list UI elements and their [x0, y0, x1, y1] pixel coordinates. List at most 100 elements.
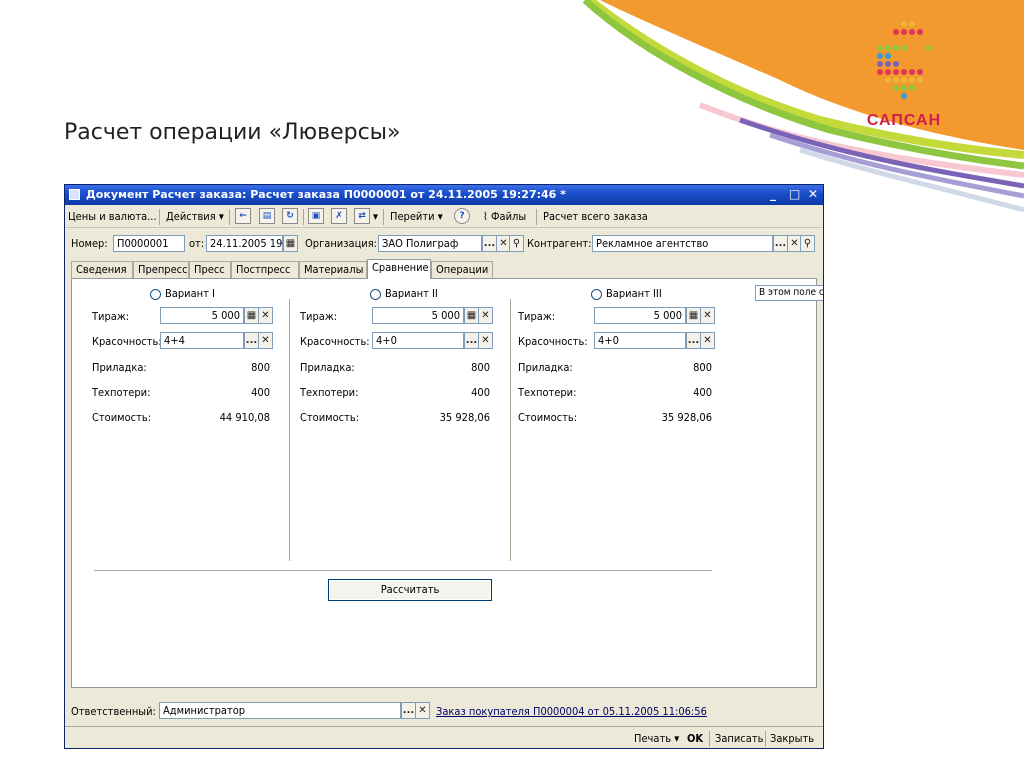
variant-3-cost: 35 928,06 [661, 411, 712, 424]
organization-label: Организация: [305, 237, 378, 250]
close-window-button[interactable]: ✕ [808, 187, 818, 201]
contractor-search-icon[interactable]: ⚲ [800, 235, 815, 252]
waste-label: Техпотери: [92, 386, 151, 399]
number-field[interactable]: П0000001 [113, 235, 185, 252]
organization-field[interactable]: ЗАО Полиграф [378, 235, 482, 252]
variant-1-cost: 44 910,08 [219, 411, 270, 424]
variant-2-colors-field[interactable]: 4+0 [372, 332, 464, 349]
contractor-label: Контрагент: [527, 237, 592, 250]
toolbar-divider [303, 209, 304, 225]
clear-icon[interactable]: ✕ [700, 332, 715, 349]
calculator-icon[interactable]: ▦ [686, 307, 701, 324]
cost-label: Стоимость: [518, 411, 578, 424]
save-button[interactable]: Записать [715, 732, 763, 745]
print-preview-icon[interactable]: ▣ [308, 208, 324, 224]
comparison-panel: Вариант I Тираж: 5 000 ▦ ✕ Красочность: … [71, 278, 817, 688]
help-icon[interactable]: ? [454, 208, 470, 224]
back-arrow-icon[interactable]: ← [235, 208, 251, 224]
actions-menu-button[interactable]: Действия ▾ [166, 210, 224, 223]
maximize-button[interactable]: □ [789, 187, 800, 201]
print-menu-button[interactable]: Печать ▾ [634, 732, 679, 745]
clear-icon[interactable]: ✕ [478, 332, 493, 349]
responsible-clear-icon[interactable]: ✕ [415, 702, 430, 719]
variant-3-label: Вариант III [606, 287, 662, 300]
colors-label: Красочность: [518, 335, 588, 348]
variant-3-tirage-field[interactable]: 5 000 [594, 307, 686, 324]
calculator-icon[interactable]: ▦ [244, 307, 259, 324]
toolbar-divider [383, 209, 384, 225]
close-button[interactable]: Закрыть [770, 732, 814, 745]
ok-button[interactable]: OK [687, 732, 703, 745]
customer-order-link[interactable]: Заказ покупателя П0000004 от 05.11.2005 … [436, 705, 707, 718]
toolbar-divider [536, 209, 537, 225]
date-field[interactable]: 24.11.2005 19:2 [206, 235, 283, 252]
bottom-divider [709, 731, 710, 747]
document-window: Документ Расчет заказа: Расчет заказа П0… [64, 184, 824, 749]
variant-2-cost: 35 928,06 [439, 411, 490, 424]
contractor-select-button[interactable]: ... [773, 235, 788, 252]
tirage-label: Тираж: [518, 310, 556, 323]
window-titlebar[interactable]: Документ Расчет заказа: Расчет заказа П0… [65, 185, 823, 205]
cost-label: Стоимость: [92, 411, 152, 424]
responsible-field[interactable]: Администратор [159, 702, 401, 719]
minimize-button[interactable]: _ [770, 187, 776, 201]
chevron-down-icon: ▾ [674, 732, 680, 745]
structure-icon[interactable]: ▤ [259, 208, 275, 224]
colors-label: Красочность: [300, 335, 370, 348]
prices-currency-button[interactable]: Цены и валюта... [68, 210, 157, 223]
refresh-icon[interactable]: ↻ [282, 208, 298, 224]
column-divider [510, 299, 511, 561]
chevron-down-icon[interactable]: ▾ [373, 210, 378, 223]
select-button[interactable]: ... [464, 332, 479, 349]
colors-label: Красочность: [92, 335, 162, 348]
org-select-button[interactable]: ... [482, 235, 497, 252]
variant-3-colors-field[interactable]: 4+0 [594, 332, 686, 349]
tab-comparison[interactable]: Сравнение [367, 259, 431, 279]
date-label: от: [189, 237, 205, 250]
paperclip-icon: ⌇ [483, 210, 488, 223]
calendar-icon[interactable]: ▦ [283, 235, 298, 252]
files-button[interactable]: ⌇ Файлы [483, 210, 526, 223]
chevron-down-icon: ▾ [218, 210, 224, 223]
variant-1-tirage-field[interactable]: 5 000 [160, 307, 244, 324]
variant-2-tirage-field[interactable]: 5 000 [372, 307, 464, 324]
variant-2-makeready: 800 [471, 361, 490, 374]
variant-1-radio[interactable] [150, 289, 161, 300]
variant-1-makeready: 800 [251, 361, 270, 374]
tab-materials[interactable]: Материалы [299, 261, 367, 278]
org-search-icon[interactable]: ⚲ [509, 235, 524, 252]
chevron-down-icon: ▾ [437, 210, 443, 223]
window-title: Документ Расчет заказа: Расчет заказа П0… [86, 188, 566, 201]
tab-press[interactable]: Пресс [189, 261, 231, 278]
responsible-select-button[interactable]: ... [401, 702, 416, 719]
document-icon [69, 189, 80, 200]
tab-prepress[interactable]: Препресс [133, 261, 189, 278]
clear-icon[interactable]: ✕ [258, 332, 273, 349]
variant-3-radio[interactable] [591, 289, 602, 300]
bottom-divider [765, 731, 766, 747]
clear-icon[interactable]: ✕ [700, 307, 715, 324]
variant-1-label: Вариант I [165, 287, 215, 300]
variant-2-radio[interactable] [370, 289, 381, 300]
clear-icon[interactable]: ✕ [258, 307, 273, 324]
select-button[interactable]: ... [686, 332, 701, 349]
variant-1-colors-field[interactable]: 4+4 [160, 332, 244, 349]
bottom-action-bar: Печать ▾ OK Записать Закрыть [65, 726, 823, 748]
calculate-button[interactable]: Рассчитать [328, 579, 492, 601]
goto-label: Перейти [390, 210, 435, 223]
tab-svedeniya[interactable]: Сведения [71, 261, 133, 278]
post-document-icon[interactable]: ⇄ [354, 208, 370, 224]
tab-operations[interactable]: Операции [431, 261, 493, 278]
files-label: Файлы [491, 210, 527, 223]
select-button[interactable]: ... [244, 332, 259, 349]
variant-2-label: Вариант II [385, 287, 438, 300]
clear-icon[interactable]: ✕ [478, 307, 493, 324]
delete-mark-icon[interactable]: ✗ [331, 208, 347, 224]
contractor-field[interactable]: Рекламное агентство [592, 235, 773, 252]
calc-all-order-button[interactable]: Расчет всего заказа [543, 210, 648, 223]
tab-postpress[interactable]: Постпресс [231, 261, 299, 278]
goto-menu-button[interactable]: Перейти ▾ [390, 210, 443, 223]
waste-label: Техпотери: [300, 386, 359, 399]
variant-3-makeready: 800 [693, 361, 712, 374]
calculator-icon[interactable]: ▦ [464, 307, 479, 324]
